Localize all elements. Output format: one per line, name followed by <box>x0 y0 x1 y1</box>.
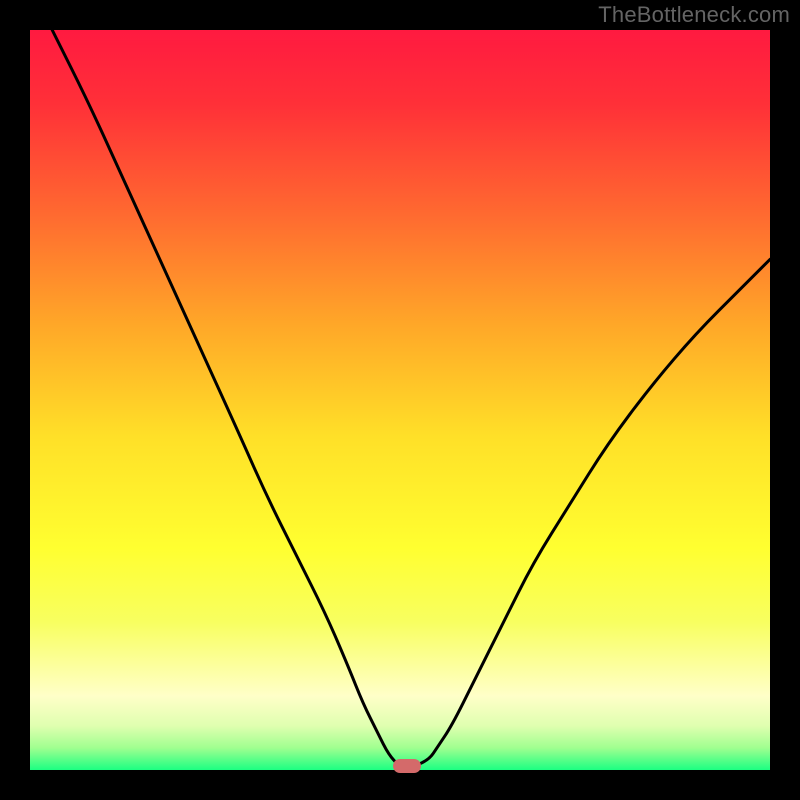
optimal-marker <box>393 759 421 773</box>
chart-plot <box>30 30 770 770</box>
chart-frame: TheBottleneck.com <box>0 0 800 800</box>
gradient-background <box>30 30 770 770</box>
watermark-text: TheBottleneck.com <box>598 2 790 28</box>
